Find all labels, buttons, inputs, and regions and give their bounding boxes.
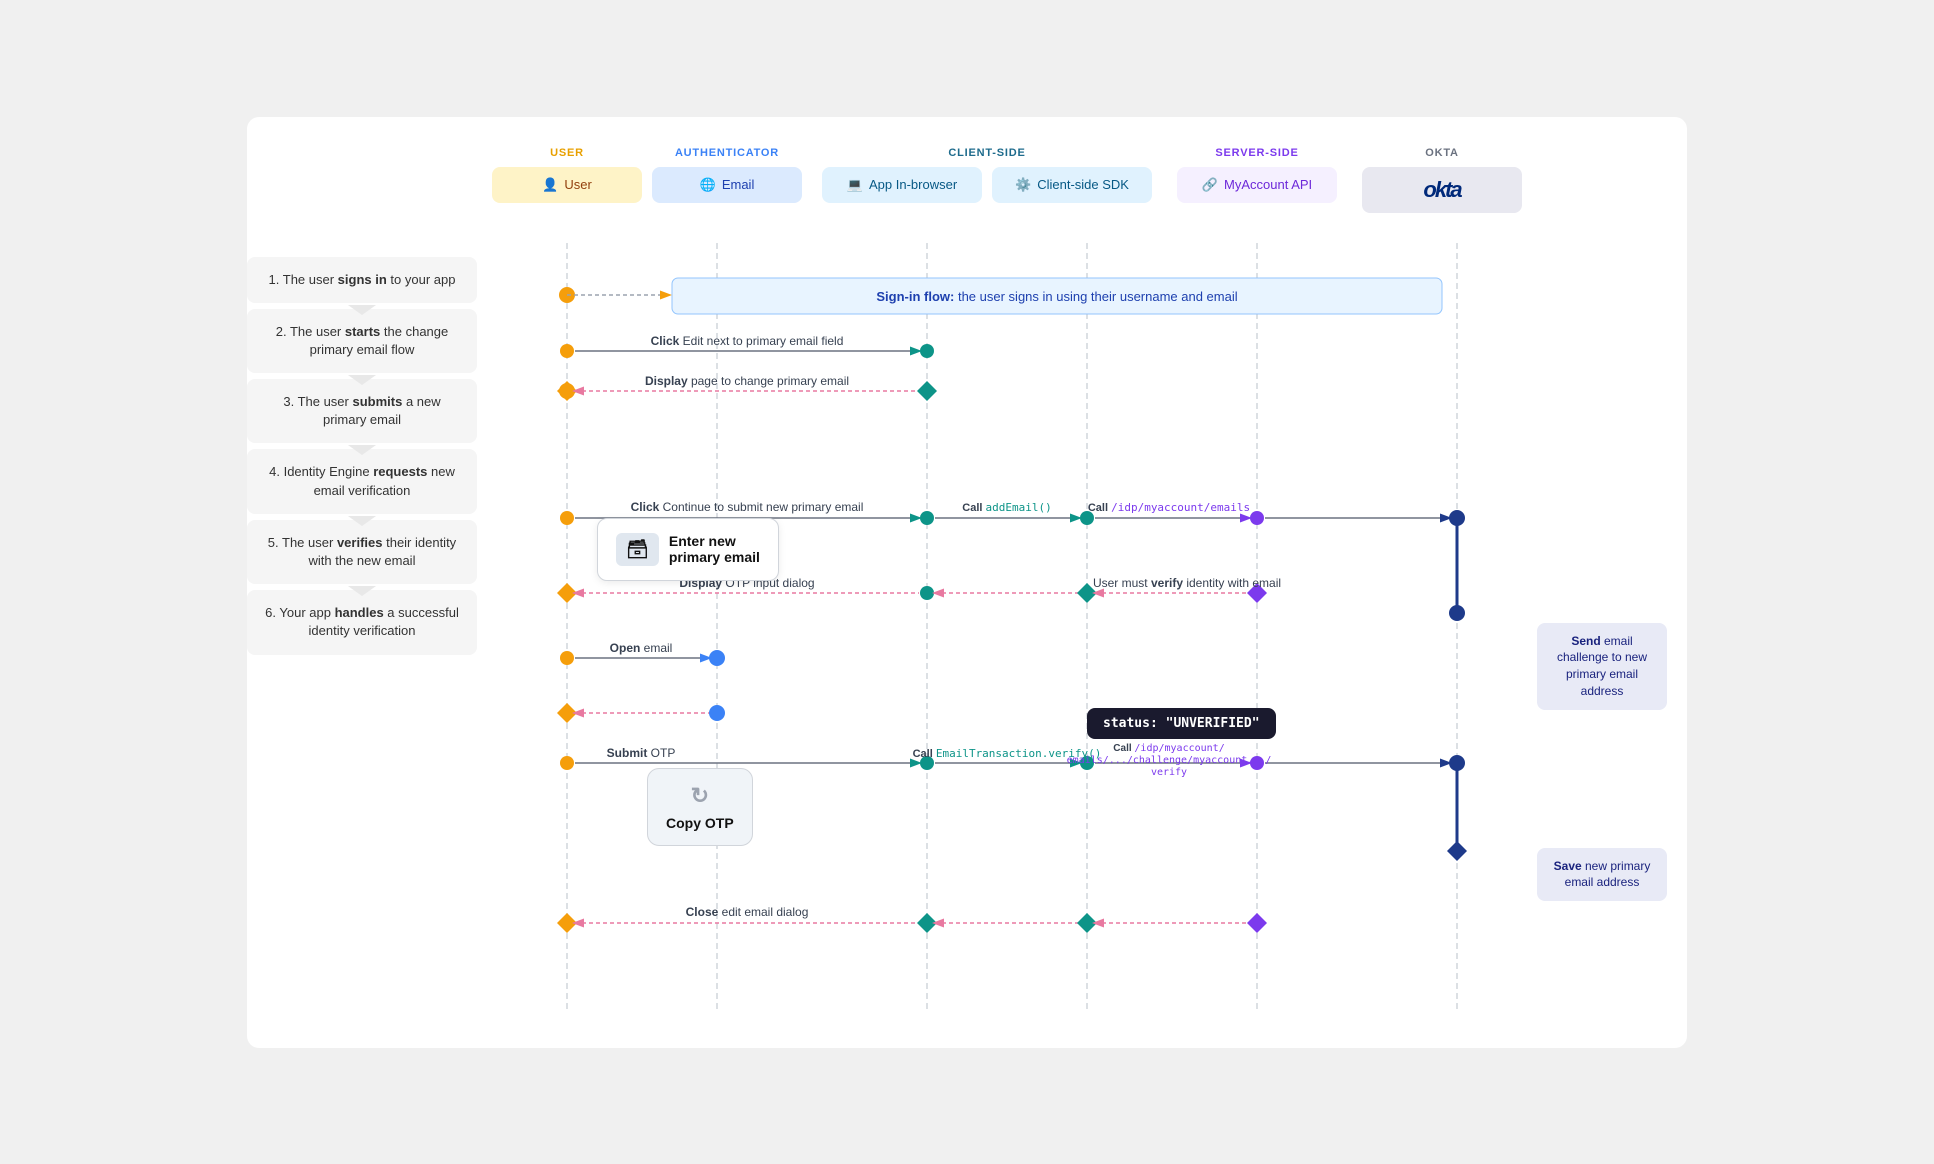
label-idp-verify2: emails/.../challenge/myaccount.../ — [1067, 755, 1272, 766]
diamond-sdk-close — [1077, 913, 1097, 933]
label-idp: Call /idp/myaccount/emails — [1088, 501, 1250, 514]
node-app-click-edit — [920, 344, 934, 358]
node-user-continue — [560, 511, 574, 525]
node-app-otp — [920, 586, 934, 600]
diamond-app-close — [917, 913, 937, 933]
node-okta-send — [1449, 605, 1465, 621]
col-box-user: 👤 User — [492, 167, 642, 203]
sidebar-step-2: 2. The user starts the change primary em… — [247, 309, 477, 373]
diamond-myaccount-close — [1247, 913, 1267, 933]
col-label-okta: OKTA — [1425, 147, 1459, 159]
col-label-server: SERVER-SIDE — [1215, 147, 1298, 159]
label-display-page: Display page to change primary email — [645, 374, 849, 388]
signin-banner-text: Sign-in flow: the user signs in using th… — [876, 289, 1237, 304]
node-email-open — [709, 650, 725, 666]
diagram-container: 1. The user signs in to your app 2. The … — [247, 117, 1687, 1048]
col-client: CLIENT-SIDE 💻 App In-browser ⚙️ Client-s… — [817, 147, 1157, 203]
node-user-open — [560, 651, 574, 665]
diamond-user-close — [557, 913, 577, 933]
column-headers: USER 👤 User AUTHENTICATOR 🌐 Email CLIENT… — [497, 147, 1667, 233]
col-box-myaccount: 🔗 MyAccount API — [1177, 167, 1337, 203]
col-authenticator: AUTHENTICATOR 🌐 Email — [647, 147, 807, 203]
label-idp-verify3: verify — [1151, 767, 1187, 778]
sidebar-step-5: 5. The user verifies their identity with… — [247, 520, 477, 584]
send-email-annotation: Send email challenge to new primary emai… — [1537, 623, 1667, 710]
col-box-okta: okta — [1362, 167, 1522, 213]
copy-otp-annotation: ↻ Copy OTP — [647, 768, 753, 846]
col-server: SERVER-SIDE 🔗 MyAccount API — [1167, 147, 1347, 203]
user-icon: 👤 — [542, 177, 558, 193]
label-idp-verify: Call /idp/myaccount/ — [1113, 743, 1224, 754]
status-badge: status: "UNVERIFIED" — [1087, 708, 1276, 739]
col-box-sdk: ⚙️ Client-side SDK — [992, 167, 1152, 203]
col-label-client: CLIENT-SIDE — [948, 147, 1025, 159]
sidebar-step-3: 3. The user submits a new primary email — [247, 379, 477, 443]
diamond-user-otp — [557, 583, 577, 603]
node-user-click-edit — [560, 344, 574, 358]
col-label-authenticator: AUTHENTICATOR — [675, 147, 779, 159]
col-box-email: 🌐 Email — [652, 167, 802, 203]
label-submit-otp: Submit OTP — [607, 746, 676, 760]
enter-email-icon: 🗃 — [616, 533, 659, 566]
diamond-user-copy — [557, 703, 577, 723]
sidebar-step-4: 4. Identity Engine requests new email ve… — [247, 449, 477, 513]
diamond-app-display — [917, 381, 937, 401]
node-app-continue — [920, 511, 934, 525]
email-icon: 🌐 — [700, 177, 716, 193]
sidebar-step-1: 1. The user signs in to your app — [247, 257, 477, 303]
label-click-edit: Click Edit next to primary email field — [651, 334, 844, 348]
diagram-svg-area: Sign-in flow: the user signs in using th… — [497, 233, 1667, 1018]
col-box-app: 💻 App In-browser — [822, 167, 982, 203]
node-user-submit — [560, 756, 574, 770]
enter-email-annotation: 🗃 Enter newprimary email — [597, 518, 779, 581]
label-addemail: Call addEmail() — [962, 501, 1051, 514]
col-okta: OKTA okta — [1357, 147, 1527, 213]
label-verify-email: User must verify identity with email — [1093, 576, 1281, 590]
myaccount-icon: 🔗 — [1202, 177, 1218, 193]
diamond-user-display — [557, 381, 577, 401]
diamond-okta-save — [1447, 841, 1467, 861]
sdk-icon: ⚙️ — [1015, 177, 1031, 193]
label-continue: Click Continue to submit new primary ema… — [631, 500, 864, 514]
sidebar-step-6: 6. Your app handles a successful identit… — [247, 590, 477, 654]
diagram-main: USER 👤 User AUTHENTICATOR 🌐 Email CLIENT… — [497, 147, 1667, 1018]
sidebar: 1. The user signs in to your app 2. The … — [247, 117, 477, 1048]
col-label-user: USER — [550, 147, 584, 159]
col-user: USER 👤 User — [497, 147, 637, 203]
app-icon: 💻 — [847, 177, 863, 193]
refresh-icon: ↻ — [691, 783, 709, 809]
label-close: Close edit email dialog — [686, 905, 809, 919]
label-open-email: Open email — [610, 641, 673, 655]
node-myaccount-continue — [1250, 511, 1264, 525]
node-email-copy — [709, 705, 725, 721]
sequence-svg: Sign-in flow: the user signs in using th… — [497, 233, 1677, 1013]
save-email-annotation: Save new primary email address — [1537, 848, 1667, 902]
